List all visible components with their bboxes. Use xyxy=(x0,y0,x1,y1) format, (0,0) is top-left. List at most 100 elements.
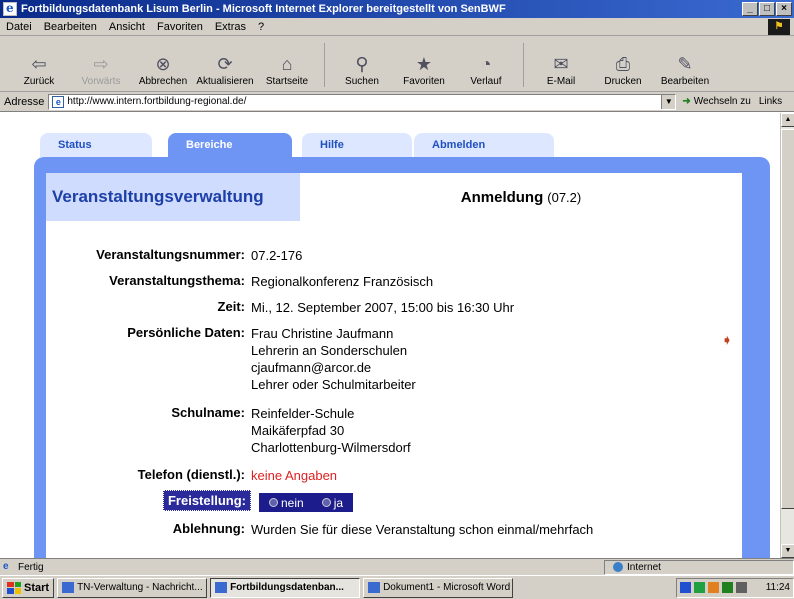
school-street: Maikäferpfad 30 xyxy=(251,423,345,438)
radio-icon[interactable] xyxy=(269,498,278,507)
field-value: keine Angaben xyxy=(251,468,338,483)
stop-icon: ⊗ xyxy=(155,54,171,74)
tray-status-icon[interactable] xyxy=(722,582,733,593)
address-label: Adresse xyxy=(4,95,45,108)
print-button[interactable]: ⎙ Drucken xyxy=(592,39,654,91)
scroll-down-icon[interactable]: ▼ xyxy=(781,544,794,558)
go-button[interactable]: ➜ Wechseln zu xyxy=(682,96,750,107)
refresh-button[interactable]: ⟳ Aktualisieren xyxy=(194,39,256,91)
browser-toolbar: ⇦ Zurück ⇨ Vorwärts ⊗ Abbrechen ⟳ Aktualisie… xyxy=(0,36,794,92)
scroll-thumb[interactable] xyxy=(781,129,794,509)
system-tray: 11:24 xyxy=(676,577,794,598)
home-label: Startseite xyxy=(265,76,309,87)
mail-button[interactable]: ✉ E-Mail xyxy=(530,39,592,91)
person-name: Frau Christine Jaufmann xyxy=(251,326,394,341)
radio-icon[interactable] xyxy=(321,498,331,507)
tray-app-icon[interactable] xyxy=(694,582,705,593)
person-type: Lehrer oder Schulmitarbeiter xyxy=(251,377,416,392)
history-label: Verlauf xyxy=(470,76,502,87)
taskbar-item-fortbildungsdatenbank[interactable]: Fortbildungsdatenban... xyxy=(210,577,361,598)
toolbar-separator xyxy=(523,43,524,87)
door-exit-icon[interactable]: ➧ xyxy=(722,333,734,347)
page-title: Anmeldung xyxy=(460,188,544,206)
row-telefon: Telefon (dienstl.): keine Angaben xyxy=(46,467,742,484)
menu-bearbeiten[interactable]: Bearbeiten xyxy=(38,21,103,33)
stop-button[interactable]: ⊗ Abbrechen xyxy=(132,39,194,91)
menu-extras[interactable]: Extras xyxy=(209,21,252,33)
menu-favoriten[interactable]: Favoriten xyxy=(151,21,209,33)
field-value: Frau Christine Jaufmann Lehrerin an Sond… xyxy=(251,325,742,393)
scroll-up-icon[interactable]: ▲ xyxy=(781,113,794,127)
mail-icon: ✉ xyxy=(553,54,569,74)
edit-icon: ✎ xyxy=(677,54,693,74)
zone-label: Internet xyxy=(627,561,661,573)
start-label: Start xyxy=(24,581,50,594)
history-button[interactable]: ◔ Verlauf xyxy=(455,39,517,91)
window-titlebar: Fortbildungsdatenbank Lisum Berlin - Mic… xyxy=(0,0,794,18)
field-label: Ablehnung: xyxy=(172,521,245,536)
field-value: Reinfelder-Schule Maikäferpfad 30 Charlo… xyxy=(251,405,742,456)
forward-button[interactable]: ⇨ Vorwärts xyxy=(70,39,132,91)
favorites-button[interactable]: ★ Favoriten xyxy=(393,39,455,91)
menu-bar: Datei Bearbeiten Ansicht Favoriten Extra… xyxy=(0,18,794,36)
tab-bereiche[interactable]: Bereiche xyxy=(168,133,292,161)
home-button[interactable]: ⌂ Startseite xyxy=(256,39,318,91)
row-persoenliche-daten: Persönliche Daten: Frau Christine Jaufma… xyxy=(46,325,742,393)
forward-label: Vorwärts xyxy=(81,76,121,87)
field-value: Wurden Sie für diese Veranstaltung schon… xyxy=(251,522,594,537)
close-button[interactable]: × xyxy=(776,2,792,16)
tab-hilfe[interactable]: Hilfe xyxy=(302,133,412,157)
vertical-scrollbar[interactable]: ▲ ▼ xyxy=(780,113,794,558)
status-bar: e Fertig Internet xyxy=(0,558,794,575)
search-button[interactable]: ⚲ Suchen xyxy=(331,39,393,91)
windows-flag-icon: ⚑ xyxy=(768,18,790,35)
tray-antivirus-icon[interactable] xyxy=(708,582,719,593)
maximize-button[interactable]: □ xyxy=(759,2,775,16)
url-input[interactable] xyxy=(67,96,662,107)
menu-datei[interactable]: Datei xyxy=(0,21,38,33)
tray-volume-icon[interactable] xyxy=(736,582,747,593)
minimize-button[interactable]: _ xyxy=(742,2,758,16)
security-zone: Internet xyxy=(604,559,794,575)
window-controls: _ □ × xyxy=(742,2,792,16)
form-body: Veranstaltungsnummer: 07.2-176 Veranstal… xyxy=(46,221,742,558)
stop-label: Abbrechen xyxy=(138,76,188,87)
row-zeit: Zeit: Mi., 12. September 2007, 15:00 bis… xyxy=(46,299,742,316)
tab-abmelden[interactable]: Abmelden xyxy=(414,133,554,157)
windows-taskbar: Start TN-Verwaltung - Nachricht... Fortb… xyxy=(0,575,794,599)
start-button[interactable]: Start xyxy=(2,577,55,598)
links-button[interactable]: Links xyxy=(759,96,782,107)
row-freistellung: Freistellung: nein ja xyxy=(46,490,742,512)
radio-label: ja xyxy=(333,495,344,510)
tab-status[interactable]: Status xyxy=(40,133,152,157)
menu-help[interactable]: ? xyxy=(252,21,270,33)
freistellung-radio-group: nein ja xyxy=(259,493,354,512)
school-name: Reinfelder-Schule xyxy=(251,406,355,421)
taskbar-item-word[interactable]: Dokument1 - Microsoft Word xyxy=(363,577,514,598)
person-email: cjaufmann@arcor.de xyxy=(251,360,372,375)
edit-button[interactable]: ✎ Bearbeiten xyxy=(654,39,716,91)
go-label: Wechseln zu xyxy=(693,96,751,107)
word-icon xyxy=(368,582,381,593)
row-veranstaltungsthema: Veranstaltungsthema: Regionalkonferenz F… xyxy=(46,273,742,290)
toolbar-separator xyxy=(324,43,325,87)
search-icon: ⚲ xyxy=(355,54,369,74)
chevron-down-icon[interactable]: ▼ xyxy=(661,94,676,109)
radio-option-nein[interactable]: nein xyxy=(269,496,304,510)
page-title-area: Anmeldung (07.2) xyxy=(300,173,742,221)
history-icon: ◔ xyxy=(480,54,492,74)
task-label: Dokument1 - Microsoft Word xyxy=(383,582,511,593)
taskbar-item-tn-verwaltung[interactable]: TN-Verwaltung - Nachricht... xyxy=(57,577,208,598)
field-value: 07.2-176 xyxy=(251,248,303,263)
mail-icon xyxy=(62,582,75,593)
back-button[interactable]: ⇦ Zurück xyxy=(8,39,70,91)
edit-label: Bearbeiten xyxy=(660,76,710,87)
radio-option-ja[interactable]: ja xyxy=(321,495,344,510)
freistellung-label-cell: Freistellung: xyxy=(46,490,251,512)
menu-ansicht[interactable]: Ansicht xyxy=(103,21,151,33)
tray-network-icon[interactable] xyxy=(680,582,691,593)
content-panel: Veranstaltungsverwaltung Anmeldung (07.2… xyxy=(34,157,770,558)
school-district: Charlottenburg-Wilmersdorf xyxy=(251,440,411,455)
field-label: Persönliche Daten: xyxy=(127,325,245,340)
forward-arrow-icon: ⇨ xyxy=(93,54,109,74)
